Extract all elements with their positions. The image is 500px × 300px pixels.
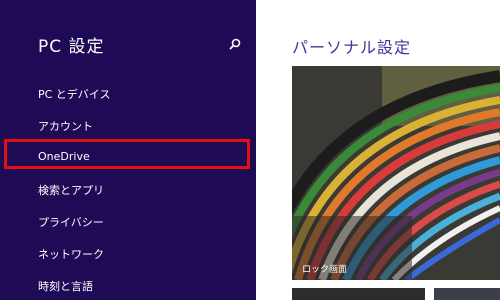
sidebar-item-onedrive[interactable]: OneDrive (38, 150, 90, 163)
sidebar: PC 設定 PC とデバイス アカウント OneDrive 検索とアプリ プライ… (0, 0, 256, 300)
sidebar-item-pc-devices[interactable]: PC とデバイス (38, 86, 110, 102)
sidebar-item-search-apps[interactable]: 検索とアプリ (38, 182, 104, 198)
sidebar-item-network[interactable]: ネットワーク (38, 246, 104, 262)
sidebar-item-time-language[interactable]: 時刻と言語 (38, 278, 93, 294)
page-title: PC 設定 (38, 37, 105, 57)
search-icon[interactable] (228, 37, 242, 51)
thumbnail-1[interactable] (292, 288, 425, 300)
sidebar-item-privacy[interactable]: プライバシー (38, 214, 104, 230)
tile-label: ロック画面 (302, 265, 348, 275)
thumbnail-2[interactable] (434, 288, 500, 300)
section-title: パーソナル設定 (292, 38, 412, 57)
lock-screen-image (292, 66, 500, 280)
lock-screen-tile[interactable]: ロック画面 (292, 66, 500, 280)
sidebar-item-accounts[interactable]: アカウント (38, 118, 93, 134)
main-panel: パーソナル設定 ロック画面 (256, 0, 500, 300)
